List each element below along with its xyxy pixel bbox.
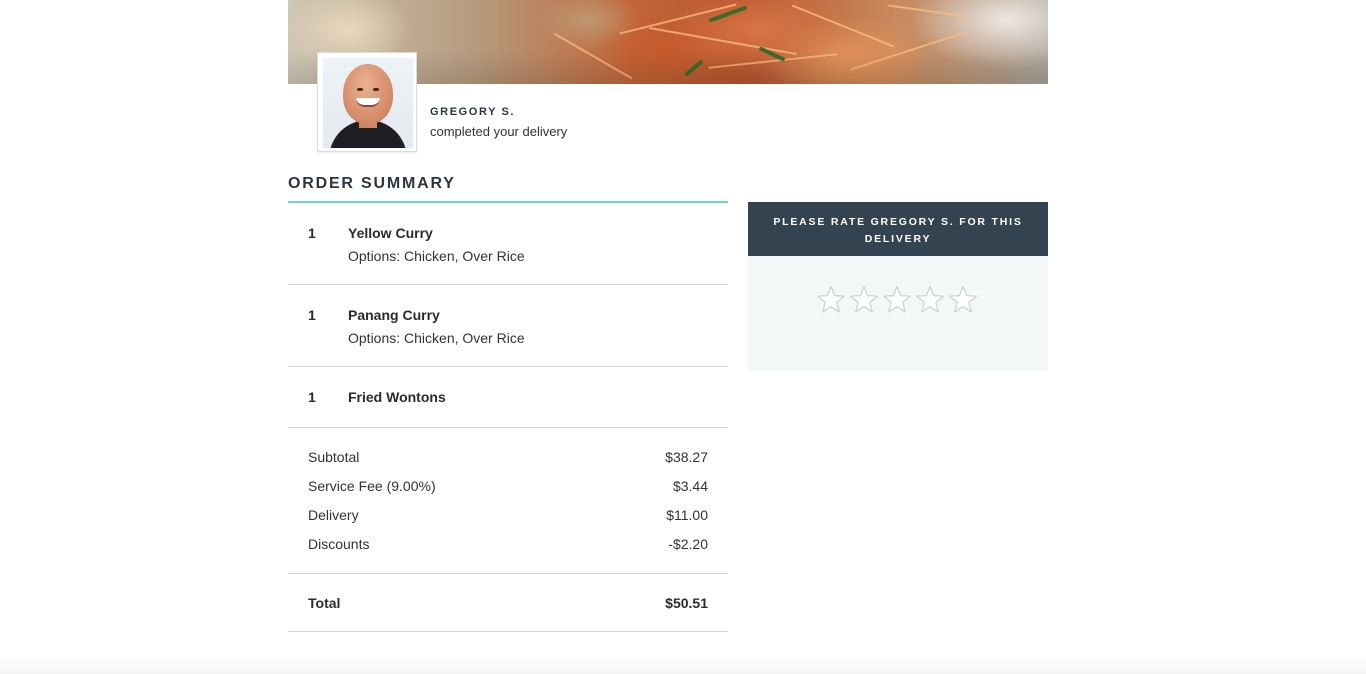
item-quantity: 1 [308,225,316,241]
grand-total: Total $50.51 [288,574,728,632]
delivery-fee-row: Delivery $11.00 [308,507,708,523]
driver-name: GREGORY S. [430,106,516,118]
service-fee-row: Service Fee (9.00%) $3.44 [308,478,708,494]
driver-photo [323,58,413,148]
order-item: 1 Fried Wontons [288,367,728,428]
delivery-receipt-page: GREGORY S. completed your delivery ORDER… [0,0,1366,674]
item-name: Yellow Curry [348,225,433,241]
item-name: Fried Wontons [348,389,446,405]
total-label: Total [308,595,341,611]
star-outline-icon[interactable] [848,284,880,316]
star-rating[interactable] [815,284,979,316]
subtotal-value: $38.27 [665,449,708,465]
rating-panel [748,256,1048,371]
item-name: Panang Curry [348,307,440,323]
subtotal-row: Subtotal $38.27 [308,449,708,465]
order-item: 1 Yellow Curry Options: Chicken, Over Ri… [288,203,728,285]
item-quantity: 1 [308,389,316,405]
total-row: Total $50.51 [308,595,708,611]
star-outline-icon[interactable] [881,284,913,316]
star-outline-icon[interactable] [914,284,946,316]
delivery-fee-label: Delivery [308,507,359,523]
order-items-list: 1 Yellow Curry Options: Chicken, Over Ri… [288,203,728,428]
delivery-fee-value: $11.00 [666,507,708,523]
discounts-value: -$2.20 [668,536,708,552]
delivery-status-text: completed your delivery [430,124,568,139]
item-options: Options: Chicken, Over Rice [348,330,525,346]
order-item: 1 Panang Curry Options: Chicken, Over Ri… [288,285,728,367]
discounts-label: Discounts [308,536,370,552]
discounts-row: Discounts -$2.20 [308,536,708,552]
star-outline-icon[interactable] [947,284,979,316]
item-quantity: 1 [308,307,316,323]
service-fee-label: Service Fee (9.00%) [308,478,436,494]
driver-avatar [317,52,417,152]
item-options: Options: Chicken, Over Rice [348,248,525,264]
rate-driver-prompt: PLEASE RATE GREGORY S. FOR THIS DELIVERY [748,202,1048,256]
star-outline-icon[interactable] [815,284,847,316]
total-value: $50.51 [665,595,708,611]
order-totals: Subtotal $38.27 Service Fee (9.00%) $3.4… [288,429,728,574]
order-summary-title: ORDER SUMMARY [288,175,456,192]
page-bottom-edge [0,654,1366,674]
subtotal-label: Subtotal [308,449,360,465]
service-fee-value: $3.44 [672,478,708,494]
